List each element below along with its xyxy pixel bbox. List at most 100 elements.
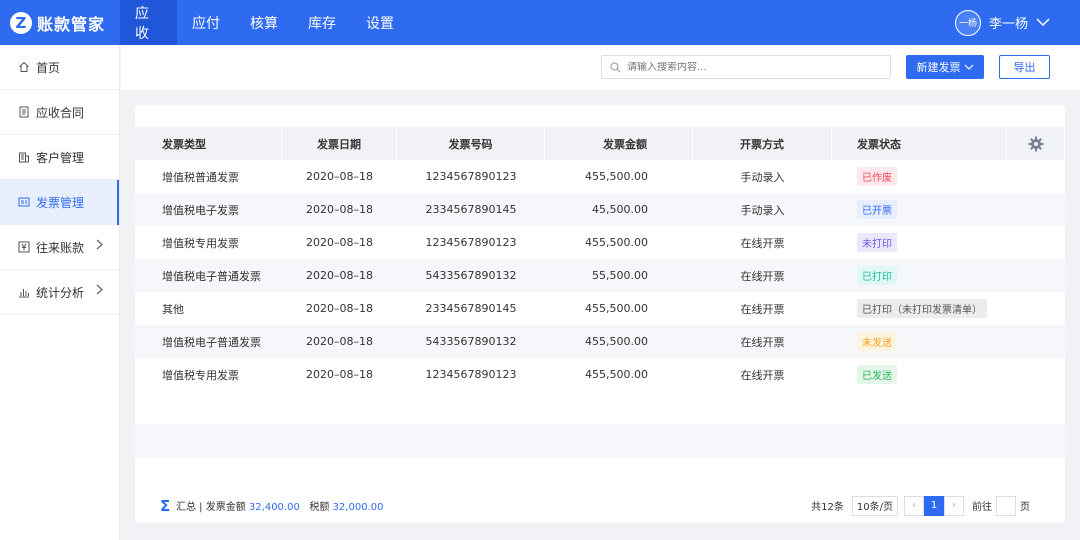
column-header[interactable]: 发票金额 [545, 127, 693, 160]
cell-type: 增值税电子发票 [162, 203, 239, 217]
status-badge: 未打印 [857, 233, 897, 252]
nav-accounting[interactable]: 核算 [235, 0, 293, 45]
cell-status: 已作废 [832, 160, 1007, 193]
cell-amount: 455,500.00 [585, 170, 648, 183]
status-badge: 已开票 [857, 200, 897, 219]
cell-date: 2020–08–18 [306, 269, 373, 282]
cell-status: 已开票 [832, 193, 1007, 226]
cell-type: 增值税电子普通发票 [162, 335, 261, 349]
cell-date: 2020–08–18 [306, 170, 373, 183]
cell-method: 手动录入 [740, 203, 785, 217]
cell-date: 2020–08–18 [306, 302, 373, 315]
cell-method: 手动录入 [740, 170, 785, 184]
sidebar-item-customers[interactable]: 客户管理 [0, 135, 119, 180]
user-name: 李一杨 [988, 17, 1028, 32]
new-invoice-label: 新建发票 [916, 61, 961, 74]
invoice-table-card: 发票类型 发票日期 发票号码 发票金额 开票方式 发票状态 增值税普通发票 20… [135, 105, 1065, 523]
avatar: 一杨 [954, 9, 981, 36]
sidebar-item-accounts[interactable]: 往来账款 [0, 225, 119, 270]
export-button[interactable]: 导出 [999, 55, 1050, 79]
summary-prefix: 汇总 | 发票金额 [176, 502, 246, 513]
cell-status: 未打印 [832, 226, 1007, 259]
table-row[interactable]: 增值税电子发票 2020–08–18 2334567890145 45,500.00 手… [135, 193, 1065, 226]
cell-amount: 455,500.00 [585, 236, 648, 249]
table-row[interactable]: 增值税普通发票 2020–08–18 1234567890123 455,500.00… [135, 160, 1065, 193]
chevron-right-icon [96, 284, 103, 298]
status-badge: 已作废 [857, 167, 897, 186]
cell-method: 在线开票 [740, 236, 785, 250]
cell-number: 5433567890132 [425, 335, 517, 348]
building-icon [18, 151, 30, 163]
cell-status: 已发送 [832, 358, 1007, 391]
summary-invoice-amount: 32,400.00 [248, 502, 300, 513]
chevron-right-icon [96, 239, 103, 253]
sidebar-item-label: 往来账款 [36, 240, 85, 255]
top-nav: 应收 应付 核算 库存 设置 [120, 0, 409, 45]
cell-type: 增值税专用发票 [162, 368, 239, 382]
nav-settings[interactable]: 设置 [351, 0, 409, 45]
goto-label: 前往 [972, 502, 992, 513]
brand-z-icon: Z [10, 11, 32, 34]
column-header[interactable]: 开票方式 [693, 127, 832, 160]
cell-number: 2334567890145 [425, 203, 517, 216]
table-row[interactable]: 增值税电子普通发票 2020–08–18 5433567890132 55,500.0… [135, 259, 1065, 292]
column-header[interactable]: 发票状态 [832, 127, 1007, 160]
summary-tax-label: 税额 [309, 502, 330, 513]
cell-method: 在线开票 [740, 335, 785, 349]
cell-type: 增值税专用发票 [162, 236, 239, 250]
next-page-button[interactable]: › [944, 495, 964, 516]
cell-date: 2020–08–18 [306, 335, 373, 348]
current-page[interactable]: 1 [924, 495, 944, 516]
table-footer: Σ 汇总 | 发票金额 32,400.00 税额 32,000.00 共12条 … [135, 488, 1065, 523]
cell-method: 在线开票 [740, 368, 785, 382]
toolbar: 新建发票 导出 [121, 45, 1080, 90]
table-row[interactable]: 增值税专用发票 2020–08–18 1234567890123 455,500.00… [135, 358, 1065, 391]
yen-icon [18, 241, 30, 253]
invoice-icon [18, 196, 30, 208]
page-size-select[interactable]: 10条/页 [851, 495, 898, 516]
cell-method: 在线开票 [740, 269, 785, 283]
table-row[interactable]: 其他 2020–08–18 2334567890145 455,500.00 在线开票 已… [135, 292, 1065, 325]
user-menu[interactable]: 一杨 李一杨 [954, 0, 1050, 45]
page-suffix: 页 [1020, 502, 1030, 513]
column-header[interactable]: 发票类型 [135, 127, 282, 160]
top-bar: Z 账款管家 应收 应付 核算 库存 设置 一杨 李一杨 [0, 0, 1080, 45]
nav-receivable[interactable]: 应收 [120, 0, 177, 45]
sidebar: 首页 应收合同 客户管理 发票管理 往来账款 统计分析 [0, 45, 120, 540]
summary-tax-amount: 32,000.00 [332, 502, 384, 513]
cell-status: 已打印 [832, 259, 1007, 292]
empty-row-band [135, 424, 1065, 458]
search-box[interactable] [601, 55, 891, 79]
cell-date: 2020–08–18 [306, 368, 373, 381]
cell-amount: 455,500.00 [585, 302, 648, 315]
nav-payable[interactable]: 应付 [177, 0, 235, 45]
nav-inventory[interactable]: 库存 [293, 0, 351, 45]
brand-name: 账款管家 [37, 14, 106, 34]
pagination: 共12条 10条/页 ‹ 1 › 前往 页 [811, 495, 1030, 516]
table-row[interactable]: 增值税电子普通发票 2020–08–18 5433567890132 455,500.… [135, 325, 1065, 358]
sidebar-item-home[interactable]: 首页 [0, 45, 119, 90]
cell-number: 1234567890123 [425, 368, 517, 381]
cell-number: 1234567890123 [425, 236, 517, 249]
column-header[interactable]: 发票号码 [397, 127, 545, 160]
sigma-icon: Σ [160, 496, 171, 515]
new-invoice-button[interactable]: 新建发票 [906, 55, 984, 79]
sidebar-item-invoices[interactable]: 发票管理 [0, 180, 119, 225]
table-row[interactable]: 增值税专用发票 2020–08–18 1234567890123 455,500.00… [135, 226, 1065, 259]
sidebar-item-analytics[interactable]: 统计分析 [0, 270, 119, 315]
cell-type: 增值税电子普通发票 [162, 269, 261, 283]
cell-method: 在线开票 [740, 302, 785, 316]
goto-page-input[interactable] [996, 495, 1016, 516]
status-badge: 已打印 [857, 266, 897, 285]
prev-page-button[interactable]: ‹ [904, 495, 924, 516]
column-header[interactable]: 发票日期 [282, 127, 397, 160]
cell-number: 2334567890145 [425, 302, 517, 315]
cell-status: 未发送 [832, 325, 1007, 358]
table-header: 发票类型 发票日期 发票号码 发票金额 开票方式 发票状态 [135, 127, 1065, 160]
search-input[interactable] [627, 61, 867, 73]
status-badge: 已打印（未打印发票清单） [857, 299, 987, 318]
summary-text: 汇总 | 发票金额 32,400.00 税额 32,000.00 [176, 498, 383, 513]
gear-icon[interactable] [1007, 127, 1065, 160]
sidebar-item-contracts[interactable]: 应收合同 [0, 90, 119, 135]
brand-logo[interactable]: Z 账款管家 [10, 0, 105, 45]
